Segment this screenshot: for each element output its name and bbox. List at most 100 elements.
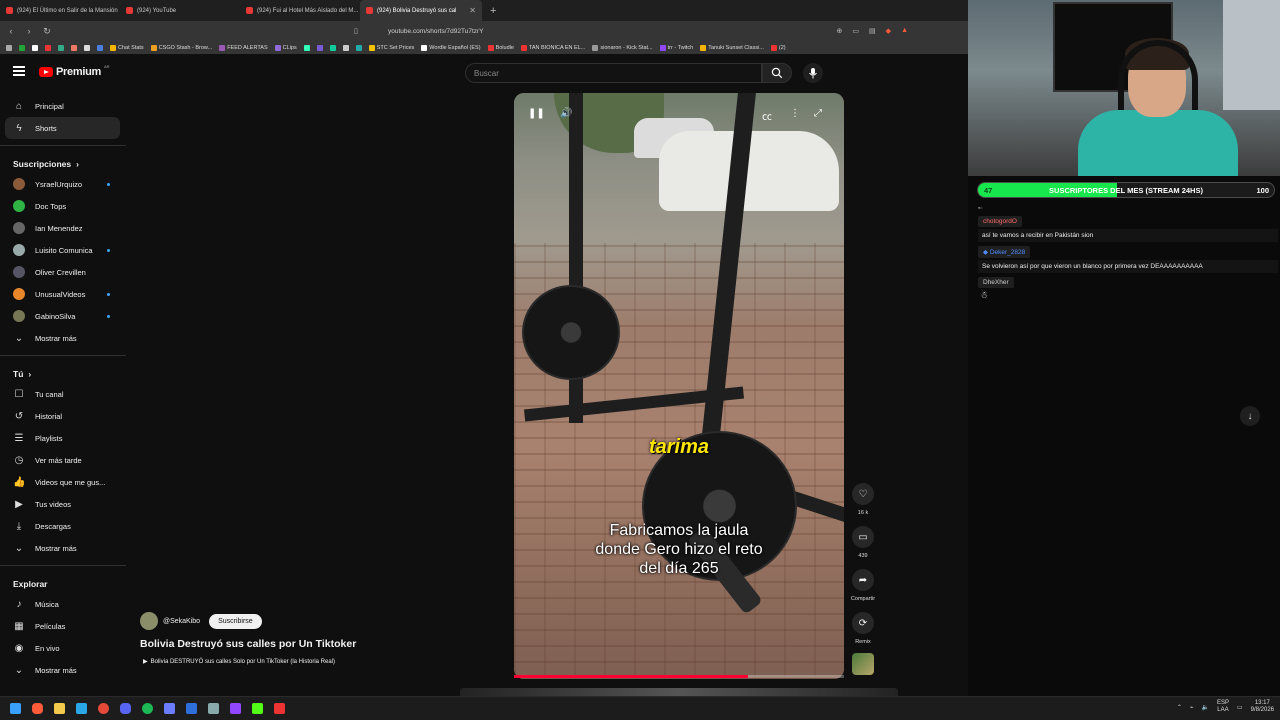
sidebar-item-playlists[interactable]: ☰ Playlists (0, 427, 120, 449)
bookmark-icon[interactable] (84, 44, 90, 51)
comments-button[interactable]: ▭ 439 (850, 526, 876, 559)
sidebar-item-ver-mas-tarde[interactable]: ◷ Ver más tarde (0, 449, 120, 471)
voice-search-button[interactable] (803, 63, 823, 83)
bookmark-icon[interactable] (329, 44, 336, 51)
reload-icon[interactable]: ↻ (42, 26, 52, 37)
chat-username[interactable]: chotogordO (978, 216, 1022, 227)
sidebar-item-descargas[interactable]: ⤓ Descargas (0, 515, 120, 537)
search-button[interactable] (762, 63, 792, 83)
sidebar-subscription-doc-tops[interactable]: Doc Tops (0, 195, 120, 217)
sidebar-item-videos-que-me-gustan[interactable]: 👍 Videos que me gus... (0, 471, 120, 493)
volume-tray-icon[interactable]: 🔈 (1201, 704, 1208, 711)
language-indicator[interactable]: ESP LAA (1217, 700, 1229, 714)
scroll-down-icon[interactable]: ↓ (1240, 406, 1260, 426)
subscriptions-header[interactable]: Suscripciones › (0, 152, 128, 173)
app-icon[interactable] (164, 703, 175, 714)
chat-username-wrap[interactable]: ◆ Deker_2828 (978, 246, 1031, 258)
bookmark-icon[interactable] (342, 44, 349, 51)
you-header[interactable]: Tú › (0, 362, 128, 383)
bookmark-sionaron-kick[interactable]: sionaron - Kick Stat... (592, 44, 653, 51)
close-tab-icon[interactable]: ✕ (469, 6, 476, 15)
app-icon[interactable] (186, 703, 197, 714)
bookmark-icon[interactable] (58, 44, 64, 51)
bookmark-stc-set-prices[interactable]: STC Set Prices (368, 44, 414, 51)
sidebar-show-more-explore[interactable]: ⌄ Mostrar más (0, 659, 120, 681)
extensions-icon[interactable]: ▤ (869, 27, 876, 35)
captions-icon[interactable]: ㏄ (762, 108, 772, 123)
telegram-icon[interactable] (76, 703, 87, 714)
subscribe-button[interactable]: Suscribirse (209, 613, 262, 629)
sidebar-item-musica[interactable]: ♪ Música (0, 593, 120, 615)
bookmark-icon[interactable] (355, 44, 362, 51)
sound-thumbnail[interactable] (852, 653, 874, 675)
clock[interactable]: 13:17 9/8/2026 (1251, 700, 1274, 714)
bookmark-boludle[interactable]: Boludle (487, 44, 514, 51)
apps-icon[interactable] (6, 44, 12, 51)
bookmark-icon[interactable] (71, 44, 77, 51)
network-icon[interactable]: ⌁ (1190, 704, 1194, 711)
remix-button[interactable]: ⟳ Remix (850, 612, 876, 645)
new-tab-button[interactable]: + (482, 5, 504, 17)
menu-icon[interactable] (13, 66, 25, 76)
file-explorer-icon[interactable] (54, 703, 65, 714)
address-bar[interactable]: youtube.com/shorts/7d92Tu7tzrY (388, 28, 484, 35)
like-button[interactable]: ♡ 16 k (850, 483, 876, 516)
bookmark-youtube[interactable]: (2) (770, 44, 786, 51)
bookmark-twitch[interactable]: trr - Twitch (659, 44, 693, 51)
spotify-icon[interactable] (142, 703, 153, 714)
sidebar-subscription-unusualvideos[interactable]: UnusualVideos (0, 283, 120, 305)
app-icon[interactable] (274, 703, 285, 714)
browser-tab-3[interactable]: (924) Fui al Hotel Más Aislado del M... (240, 0, 360, 21)
screen-icon[interactable]: ▭ (852, 27, 859, 35)
channel-name[interactable]: @SekaKibo (163, 618, 200, 625)
youtube-premium-logo[interactable]: Premium AR (39, 64, 110, 78)
chevron-up-icon[interactable]: ⌃ (1177, 704, 1182, 711)
share-button[interactable]: ➦ Compartir (850, 569, 876, 602)
app-icon[interactable] (208, 703, 219, 714)
zoom-icon[interactable]: ⊕ (837, 27, 843, 35)
bookmark-tanuki-sunset[interactable]: Tanuki Sunset Classi... (700, 44, 764, 51)
bookmark-icon[interactable] (32, 44, 38, 51)
chrome-icon[interactable] (98, 703, 109, 714)
more-options-icon[interactable]: ⋮ (790, 108, 800, 119)
pause-icon[interactable]: ❚❚ (528, 108, 545, 119)
forward-icon[interactable]: › (24, 26, 34, 36)
bookmark-icon[interactable] (303, 44, 310, 51)
sidebar-subscription-luisito-comunica[interactable]: Luisito Comunica (0, 239, 120, 261)
sidebar-show-more-subscriptions[interactable]: ⌄ Mostrar más (0, 327, 120, 349)
sidebar-item-tus-videos[interactable]: ▶ Tus videos (0, 493, 120, 515)
sidebar-item-shorts[interactable]: ϟ Shorts (5, 117, 120, 139)
sidebar-subscription-ysraelurquizo[interactable]: YsraelUrquizo (0, 173, 120, 195)
browser-tab-2[interactable]: (924) YouTube (120, 0, 240, 21)
bookmark-csgo-stash[interactable]: CSGO Stash - Brow... (150, 44, 212, 51)
alert-icon[interactable]: ▲ (901, 27, 908, 35)
bookmark-icon[interactable] (45, 44, 51, 51)
bookmark-icon[interactable] (19, 44, 25, 51)
bookmark-tan-bionica[interactable]: TAN BIONICA EN EL... (520, 44, 585, 51)
sidebar-item-historial[interactable]: ↺ Historial (0, 405, 120, 427)
volume-icon[interactable]: 🔊 (560, 108, 572, 119)
bookmark-feed-alertas[interactable]: FEED ALERTAS (219, 44, 268, 51)
windows-start-icon[interactable] (10, 703, 21, 714)
kick-icon[interactable] (252, 703, 263, 714)
sidebar-item-en-vivo[interactable]: ◉ En vivo (0, 637, 120, 659)
twitch-icon[interactable] (230, 703, 241, 714)
bookmark-chat-stats[interactable]: Chat Stats (110, 44, 144, 51)
notifications-icon[interactable]: ▭ (1237, 704, 1243, 711)
sidebar-item-peliculas[interactable]: ▦ Películas (0, 615, 120, 637)
back-icon[interactable]: ‹ (6, 26, 16, 36)
sidebar-subscription-oliver-crevillen[interactable]: Oliver Crevillen (0, 261, 120, 283)
bookmark-clips[interactable]: CLips (274, 44, 297, 51)
search-input[interactable]: Buscar (465, 63, 762, 83)
fullscreen-icon[interactable]: ⤢ (814, 108, 822, 119)
sidebar-item-principal[interactable]: ⌂ Principal (0, 95, 120, 117)
shield-icon[interactable]: ◆ (886, 27, 891, 35)
sidebar-subscription-ian-menendez[interactable]: Ian Menendez (0, 217, 120, 239)
channel-avatar[interactable] (140, 612, 158, 630)
bookmark-icon[interactable] (97, 44, 103, 51)
sidebar-item-tu-canal[interactable]: ☐ Tu canal (0, 383, 120, 405)
bookmark-wordle[interactable]: Wordle Español (ES) (421, 44, 481, 51)
browser-tab-active[interactable]: (924) Bolivia Destruyó sus cal ✕ (360, 0, 482, 21)
video-progress-bar[interactable] (514, 675, 844, 678)
browser-tab-1[interactable]: (924) El Último en Salir de la Mansión (0, 0, 120, 21)
